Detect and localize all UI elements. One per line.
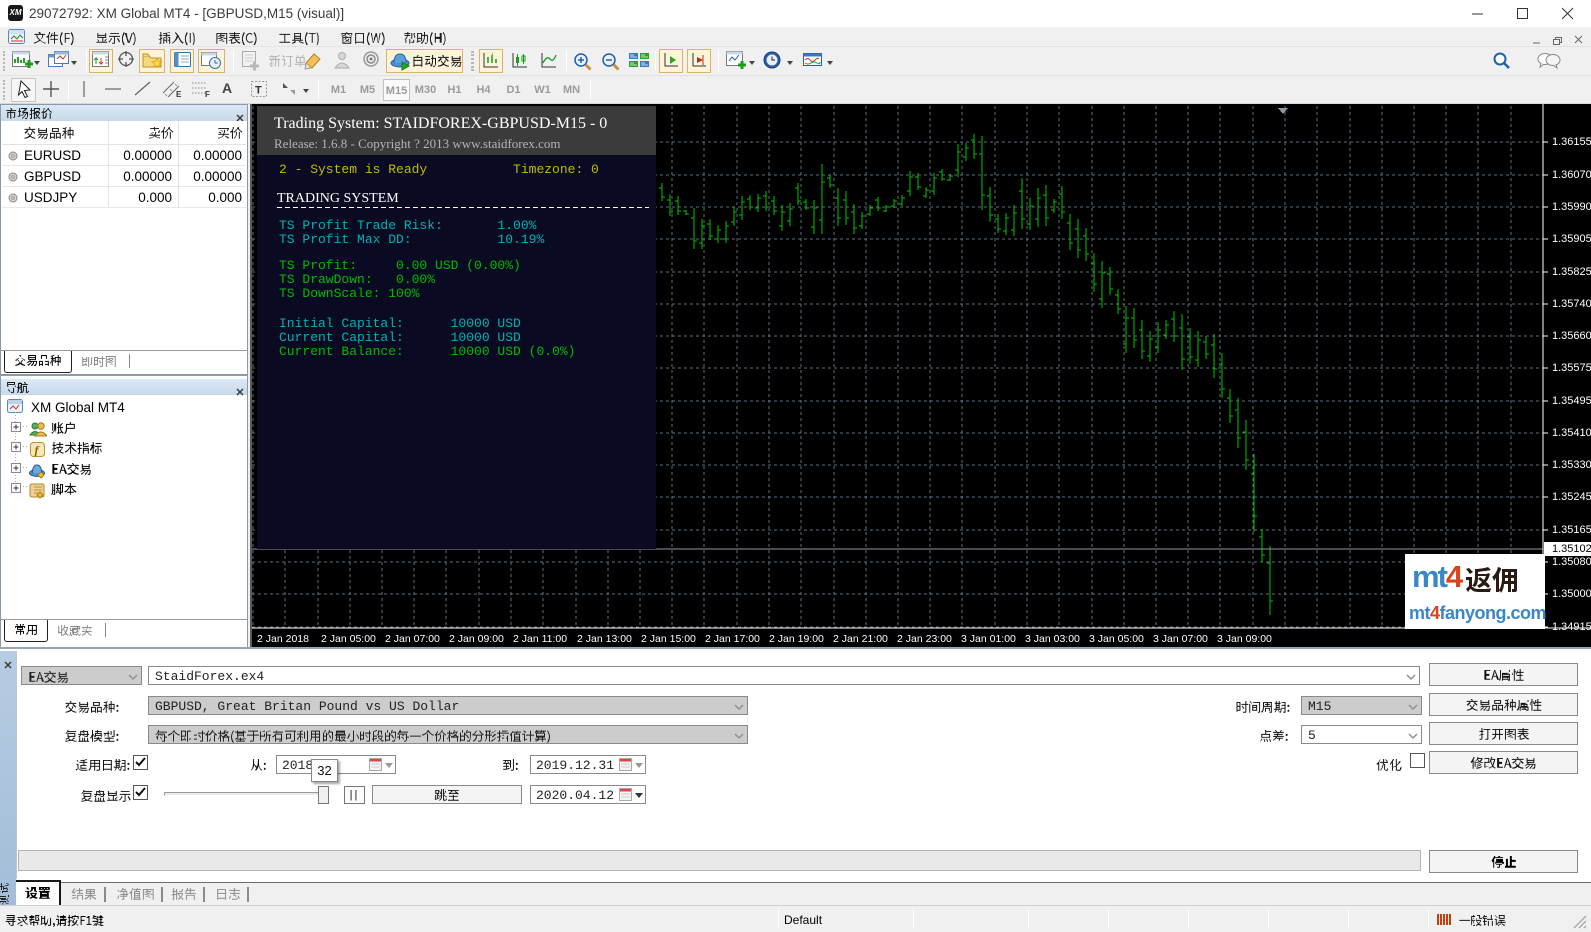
svg-text:F: F <box>205 90 210 98</box>
svg-text:T: T <box>255 85 262 97</box>
svg-text:E: E <box>176 90 182 98</box>
